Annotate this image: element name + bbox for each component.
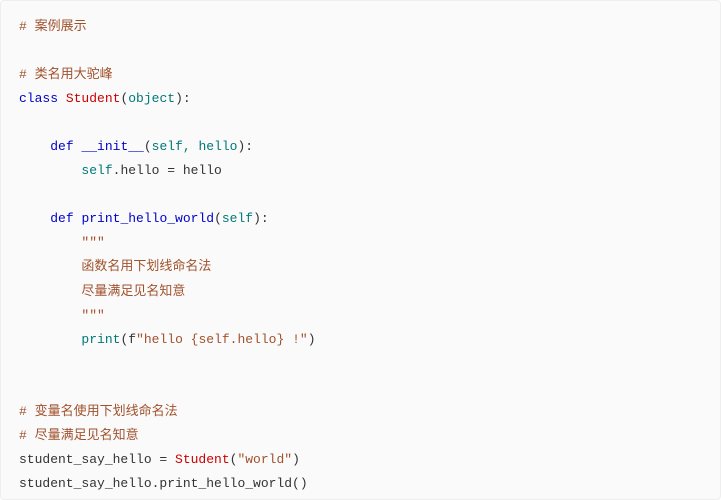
method-paren-open: ( bbox=[214, 211, 222, 226]
print-call: print bbox=[81, 332, 120, 347]
docstring-open: """ bbox=[81, 235, 104, 250]
docstring-line1: 函数名用下划线命名法 bbox=[81, 259, 211, 274]
usage-ctor: Student bbox=[175, 452, 230, 467]
init-paren-open: ( bbox=[144, 139, 152, 154]
comment-class-rule: # 类名用大驼峰 bbox=[19, 67, 113, 82]
usage-ctor-close: ) bbox=[292, 452, 300, 467]
docstring-line2: 尽量满足见名知意 bbox=[81, 284, 185, 299]
print-close: ) bbox=[308, 332, 316, 347]
code-block: # 案例展示 # 类名用大驼峰 class Student ( object): d… bbox=[0, 0, 721, 500]
init-body-assign: .hello = hello bbox=[113, 163, 222, 178]
paren-close-colon: ): bbox=[175, 91, 191, 106]
usage-call-obj: student_say_hello bbox=[19, 476, 152, 491]
comment-var-rule1: # 变量名使用下划线命名法 bbox=[19, 404, 178, 419]
usage-call-method: .print_hello_world() bbox=[152, 476, 308, 491]
docstring-close: """ bbox=[81, 308, 104, 323]
f-prefix: f bbox=[128, 332, 136, 347]
usage-eq: = bbox=[152, 452, 175, 467]
keyword-def-method: def bbox=[50, 211, 73, 226]
class-name: Student bbox=[66, 91, 121, 106]
comment-var-rule2: # 尽量满足见名知意 bbox=[19, 428, 139, 443]
init-name: __init__ bbox=[81, 139, 143, 154]
method-params: self bbox=[222, 211, 253, 226]
f-string: "hello {self.hello} !" bbox=[136, 332, 308, 347]
method-paren-close: ): bbox=[253, 211, 269, 226]
usage-var: student_say_hello bbox=[19, 452, 152, 467]
keyword-def-init: def bbox=[50, 139, 73, 154]
init-params: self, hello bbox=[152, 139, 238, 154]
usage-ctor-arg: "world" bbox=[237, 452, 292, 467]
comment-title: # 案例展示 bbox=[19, 19, 87, 34]
method-name: print_hello_world bbox=[81, 211, 214, 226]
base-class: object bbox=[128, 91, 175, 106]
init-body-self: self bbox=[81, 163, 112, 178]
keyword-class: class bbox=[19, 91, 58, 106]
init-paren-close: ): bbox=[238, 139, 254, 154]
